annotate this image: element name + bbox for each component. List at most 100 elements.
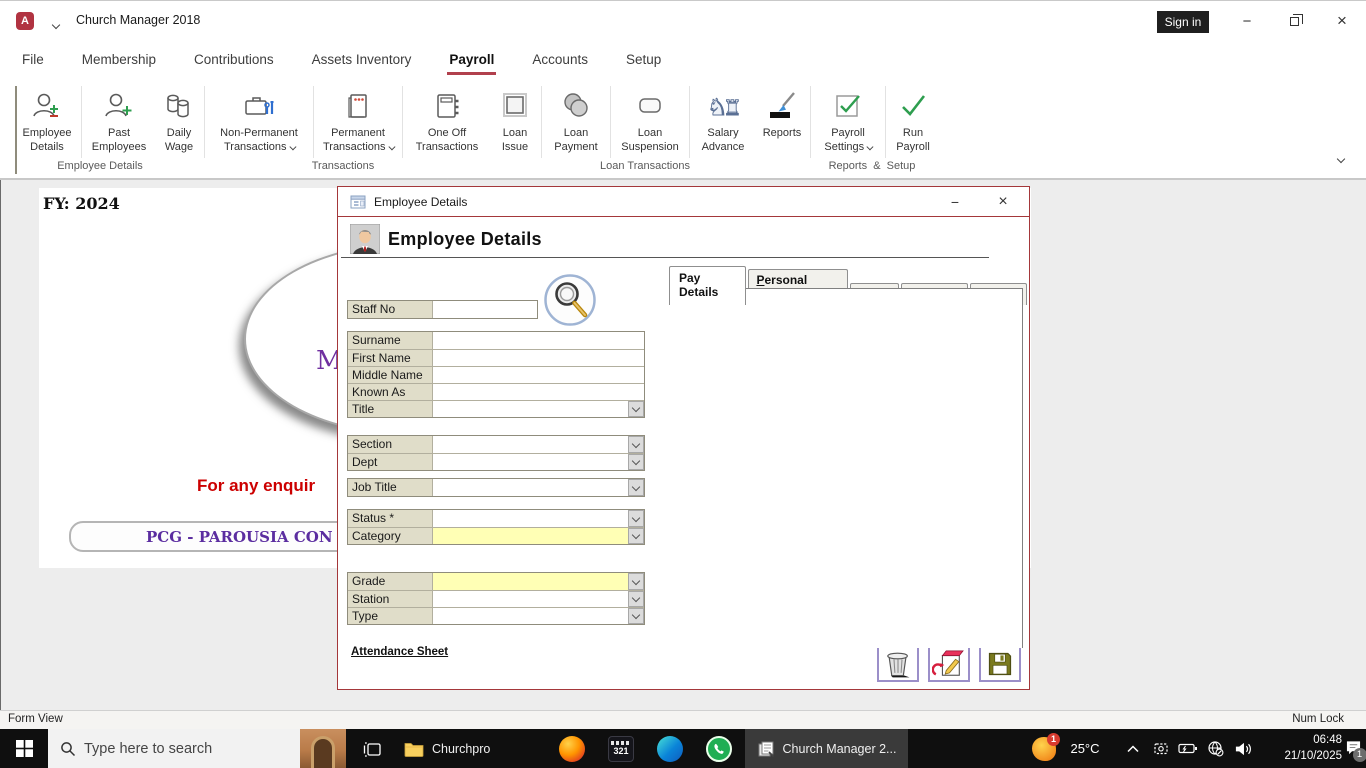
- ribbon: Employee Details Past Employees Daily Wa…: [0, 78, 1366, 180]
- ribbon-button-loan-payment[interactable]: Loan Payment: [543, 84, 609, 155]
- globe-no-internet-icon: [1207, 740, 1224, 757]
- non-permanent-transactions-icon: [242, 88, 276, 124]
- taskbar-folder-churchpro[interactable]: Churchpro: [396, 729, 514, 768]
- status-fields-group: Status * Category: [347, 509, 645, 545]
- taskbar-video-player[interactable]: 321: [597, 729, 645, 768]
- attendance-sheet-link[interactable]: Attendance Sheet: [351, 646, 448, 658]
- ribbon-button-loan-suspension[interactable]: Loan Suspension: [612, 84, 688, 155]
- ribbon-button-employee-details[interactable]: Employee Details: [14, 84, 80, 155]
- ribbon-button-reports[interactable]: Reports: [755, 84, 809, 141]
- save-record-button[interactable]: [979, 645, 1021, 682]
- restore-button[interactable]: [1279, 9, 1309, 33]
- tray-expand-button[interactable]: [1120, 729, 1146, 768]
- tray-network-button[interactable]: [1202, 729, 1228, 768]
- tray-volume-button[interactable]: [1229, 729, 1257, 768]
- tab-file[interactable]: File: [20, 48, 46, 71]
- taskbar-weather[interactable]: 1: [1026, 729, 1062, 768]
- taskbar-church-manager[interactable]: Church Manager 2...: [745, 729, 908, 768]
- dropdown-button[interactable]: [628, 510, 644, 527]
- tray-display-button[interactable]: [1148, 729, 1174, 768]
- org-fields-group: Section Dept: [347, 435, 645, 471]
- tab-assets-inventory[interactable]: Assets Inventory: [310, 48, 414, 71]
- collapse-ribbon-icon[interactable]: [1330, 150, 1352, 168]
- enquiry-text: For any enquir: [197, 476, 315, 496]
- ribbon-button-loan-issue[interactable]: Loan Issue: [490, 84, 540, 155]
- taskbar-search[interactable]: Type here to search: [48, 729, 346, 768]
- ribbon-button-payroll-settings[interactable]: Payroll Settings: [812, 84, 884, 155]
- notification-icon: 1: [1345, 740, 1362, 758]
- surname-input[interactable]: [433, 332, 644, 349]
- start-button[interactable]: [0, 729, 48, 768]
- dropdown-button[interactable]: [628, 479, 644, 496]
- title-label: Title: [348, 401, 433, 417]
- ribbon-button-salary-advance[interactable]: ♞♜ Salary Advance: [691, 84, 755, 155]
- dropdown-chevron-icon: [388, 144, 394, 150]
- close-button[interactable]: ×: [1327, 9, 1357, 33]
- middle-name-input[interactable]: [433, 367, 644, 383]
- access-app-icon: A: [16, 12, 34, 30]
- section-select[interactable]: [433, 436, 644, 453]
- past-employees-icon: [103, 88, 135, 124]
- taskbar-whatsapp[interactable]: [695, 729, 743, 768]
- dropdown-button[interactable]: [628, 608, 644, 624]
- weather-icon: 1: [1032, 737, 1056, 761]
- category-select[interactable]: [433, 528, 644, 544]
- ribbon-button-run-payroll[interactable]: Run Payroll: [887, 84, 939, 155]
- tray-battery-button[interactable]: [1175, 729, 1201, 768]
- taskbar-edge[interactable]: [646, 729, 694, 768]
- staff-no-row: Staff No: [348, 301, 537, 318]
- daily-wage-icon: [163, 88, 195, 124]
- dropdown-button[interactable]: [628, 573, 644, 590]
- dialog-minimize-button[interactable]: −: [938, 190, 972, 214]
- tab-membership[interactable]: Membership: [80, 48, 158, 71]
- ribbon-group-label: Reports & Setup: [829, 160, 916, 172]
- known-as-input[interactable]: [433, 384, 644, 400]
- grade-select[interactable]: [433, 573, 644, 590]
- form-window-icon: [350, 194, 366, 210]
- dropdown-button[interactable]: [628, 436, 644, 453]
- ribbon-button-non-permanent-transactions[interactable]: Non-Permanent Transactions: [206, 84, 312, 155]
- dropdown-button[interactable]: [628, 591, 644, 607]
- status-select[interactable]: [433, 510, 644, 527]
- taskbar-firefox[interactable]: [548, 729, 596, 768]
- edit-record-button[interactable]: [928, 645, 970, 682]
- num-lock-status: Num Lock: [1292, 713, 1344, 725]
- tab-pay-details[interactable]: Pay Details: [669, 266, 746, 305]
- first-name-input[interactable]: [433, 350, 644, 366]
- tab-setup[interactable]: Setup: [624, 48, 663, 71]
- station-select[interactable]: [433, 591, 644, 607]
- notification-badge: 1: [1353, 748, 1366, 762]
- taskbar-clock[interactable]: 06:48 21/10/2025: [1272, 729, 1342, 768]
- dropdown-button[interactable]: [628, 528, 644, 544]
- job-title-select[interactable]: [433, 479, 644, 496]
- notification-center-button[interactable]: 1: [1340, 729, 1366, 768]
- church-banner: PCG - PAROUSIA CON: [69, 521, 369, 552]
- ribbon-button-past-employees[interactable]: Past Employees: [83, 84, 155, 155]
- type-select[interactable]: [433, 608, 644, 624]
- staff-no-input[interactable]: [433, 301, 537, 318]
- ribbon-button-daily-wage[interactable]: Daily Wage: [155, 84, 203, 155]
- ribbon-button-permanent-transactions[interactable]: Permanent Transactions: [315, 84, 401, 155]
- tab-contributions[interactable]: Contributions: [192, 48, 276, 71]
- first-name-label: First Name: [348, 350, 433, 366]
- tab-payroll[interactable]: Payroll: [447, 48, 496, 71]
- dept-select[interactable]: [433, 454, 644, 470]
- tab-accounts[interactable]: Accounts: [530, 48, 590, 71]
- task-view-button[interactable]: [352, 729, 392, 768]
- battery-icon: [1178, 742, 1198, 755]
- station-label: Station: [348, 591, 433, 607]
- dialog-close-button[interactable]: ×: [986, 190, 1020, 214]
- ribbon-group-label: Transactions: [312, 160, 375, 172]
- search-employee-icon[interactable]: [543, 273, 597, 327]
- minimize-button[interactable]: −: [1232, 9, 1262, 33]
- dropdown-button[interactable]: [628, 454, 644, 470]
- ribbon-button-one-off-transactions[interactable]: One Off Transactions: [404, 84, 490, 155]
- reports-icon: [766, 88, 798, 124]
- dialog-heading: Employee Details: [388, 229, 542, 250]
- dropdown-button[interactable]: [628, 401, 644, 417]
- title-select[interactable]: [433, 401, 644, 417]
- sign-in-button[interactable]: Sign in: [1157, 11, 1209, 33]
- search-highlight-image[interactable]: [300, 729, 346, 768]
- quick-access-caret-icon[interactable]: [53, 17, 59, 31]
- delete-record-button[interactable]: [877, 645, 919, 682]
